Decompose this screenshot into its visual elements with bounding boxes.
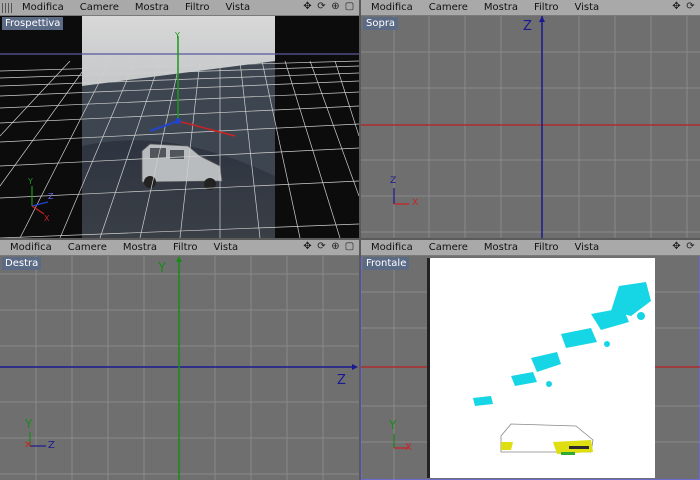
menu-camere[interactable]: Camere bbox=[421, 240, 476, 255]
viewport-top[interactable]: Modifica Camere Mostra Filtro Vista ✥ ⟳ bbox=[361, 0, 700, 238]
move-icon[interactable]: ✥ bbox=[671, 241, 682, 253]
zoom-icon[interactable]: ⊕ bbox=[330, 241, 341, 253]
front-canvas[interactable]: Y X bbox=[361, 256, 700, 480]
perspective-scene: Y Y Z X bbox=[0, 16, 359, 238]
menu-mostra[interactable]: Mostra bbox=[127, 0, 177, 15]
maximize-icon[interactable]: ▢ bbox=[344, 1, 355, 13]
move-icon[interactable]: ✥ bbox=[671, 1, 682, 13]
menu-modifica[interactable]: Modifica bbox=[2, 240, 60, 255]
rotate-icon[interactable]: ⟳ bbox=[316, 241, 327, 253]
top-canvas[interactable]: Z Z X bbox=[361, 16, 700, 238]
viewport-label: Sopra bbox=[363, 17, 399, 30]
viewport-menubar: Modifica Camere Mostra Filtro Vista ✥ ⟳ … bbox=[0, 0, 359, 16]
viewport-label: Frospettiva bbox=[2, 17, 64, 30]
right-canvas[interactable]: Y Z Y Z ✕ bbox=[0, 256, 359, 480]
menu-vista[interactable]: Vista bbox=[567, 240, 608, 255]
menu-modifica[interactable]: Modifica bbox=[14, 0, 72, 15]
menu-filtro[interactable]: Filtro bbox=[526, 240, 567, 255]
menu-mostra[interactable]: Mostra bbox=[476, 0, 526, 15]
menu-vista[interactable]: Vista bbox=[206, 240, 247, 255]
rotate-icon[interactable]: ⟳ bbox=[316, 1, 327, 13]
menu-mostra[interactable]: Mostra bbox=[476, 240, 526, 255]
axis-label-y: Y bbox=[158, 261, 166, 276]
menu-filtro[interactable]: Filtro bbox=[165, 240, 206, 255]
menu-filtro[interactable]: Filtro bbox=[526, 0, 567, 15]
viewport-label: Destra bbox=[2, 257, 42, 270]
axis-gizmo bbox=[29, 432, 46, 447]
rotate-icon[interactable]: ⟳ bbox=[685, 241, 696, 253]
move-icon[interactable]: ✥ bbox=[302, 241, 313, 253]
menu-modifica[interactable]: Modifica bbox=[363, 240, 421, 255]
svg-text:Y: Y bbox=[174, 31, 180, 40]
maximize-icon[interactable]: ▢ bbox=[344, 241, 355, 253]
svg-text:Y: Y bbox=[27, 177, 33, 186]
viewport-menubar: Modifica Camere Mostra Filtro Vista ✥ ⟳ … bbox=[0, 240, 359, 256]
axis-label-z: Z bbox=[523, 19, 532, 34]
menu-camere[interactable]: Camere bbox=[421, 0, 476, 15]
car-silhouette bbox=[500, 423, 594, 455]
menu-camere[interactable]: Camere bbox=[72, 0, 127, 15]
viewport-label: Frontale bbox=[363, 257, 410, 270]
perspective-canvas[interactable]: Y Y Z X bbox=[0, 16, 359, 238]
rotate-icon[interactable]: ⟳ bbox=[685, 1, 696, 13]
gizmo-label-z: Z bbox=[48, 440, 55, 451]
grip-icon[interactable] bbox=[2, 2, 12, 13]
move-icon[interactable]: ✥ bbox=[302, 1, 313, 13]
gizmo-label-z: Z bbox=[390, 176, 397, 186]
gizmo-origin-x-icon: ✕ bbox=[24, 440, 33, 451]
zoom-icon[interactable]: ⊕ bbox=[330, 1, 341, 13]
gizmo-label-y: Y bbox=[25, 417, 33, 431]
viewport-menubar: Modifica Camere Mostra Filtro Vista ✥ ⟳ bbox=[361, 240, 700, 256]
menu-vista[interactable]: Vista bbox=[218, 0, 259, 15]
viewport-front[interactable]: Modifica Camere Mostra Filtro Vista ✥ ⟳ bbox=[361, 240, 700, 480]
svg-text:X: X bbox=[44, 214, 50, 223]
gizmo-label-y: Y bbox=[389, 418, 397, 432]
menu-filtro[interactable]: Filtro bbox=[177, 0, 218, 15]
gizmo-label-x: X bbox=[405, 442, 412, 453]
menu-modifica[interactable]: Modifica bbox=[363, 0, 421, 15]
svg-text:Z: Z bbox=[48, 192, 54, 201]
axis-label-z: Z bbox=[337, 373, 346, 388]
menu-mostra[interactable]: Mostra bbox=[115, 240, 165, 255]
viewport-menubar: Modifica Camere Mostra Filtro Vista ✥ ⟳ bbox=[361, 0, 700, 16]
viewport-perspective[interactable]: Modifica Camere Mostra Filtro Vista ✥ ⟳ … bbox=[0, 0, 359, 238]
gizmo-label-x: X bbox=[412, 198, 419, 208]
menu-vista[interactable]: Vista bbox=[567, 0, 608, 15]
menu-camere[interactable]: Camere bbox=[60, 240, 115, 255]
viewport-right[interactable]: Modifica Camere Mostra Filtro Vista ✥ ⟳ … bbox=[0, 240, 359, 480]
